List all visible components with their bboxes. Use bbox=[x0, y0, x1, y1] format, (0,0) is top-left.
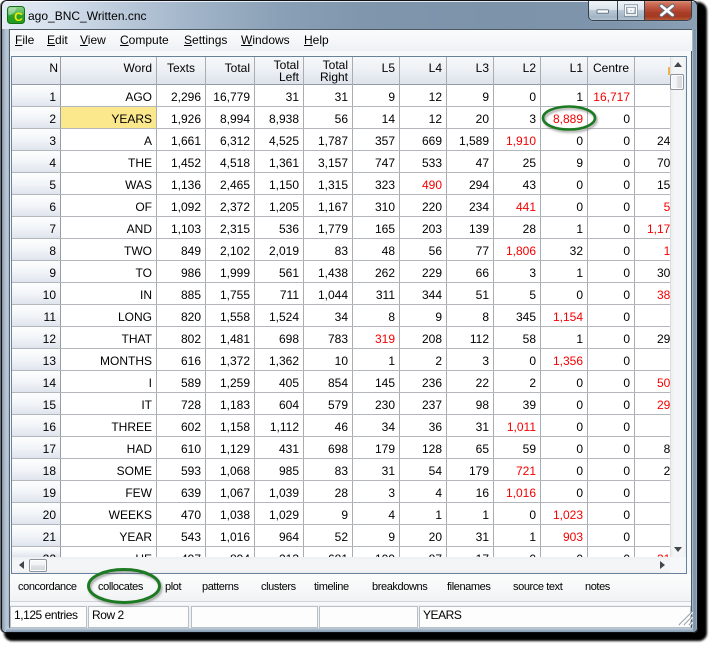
svg-text:C: C bbox=[14, 10, 23, 24]
